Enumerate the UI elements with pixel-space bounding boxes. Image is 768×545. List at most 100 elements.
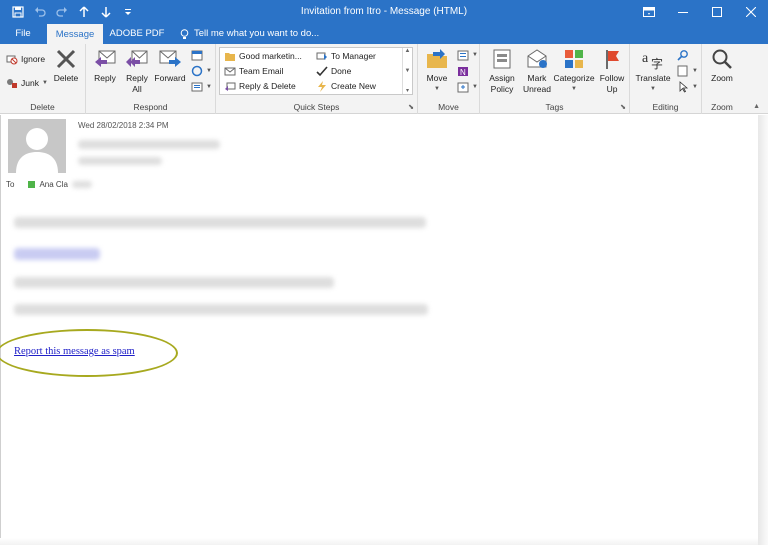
mark-unread-button[interactable]: Mark Unread — [520, 47, 554, 95]
tab-adobe-pdf[interactable]: ADOBE PDF — [108, 24, 166, 44]
meeting-button[interactable] — [190, 48, 203, 62]
delete-label: Delete — [53, 73, 79, 83]
dialog-launcher-icon[interactable]: ⬊ — [620, 103, 626, 111]
ignore-button[interactable]: Ignore — [5, 52, 45, 66]
onenote-button[interactable]: N — [456, 64, 469, 78]
mark-unread-label-2: Unread — [523, 84, 551, 94]
quick-step-team-email[interactable]: Team Email — [223, 64, 283, 78]
dialog-launcher-icon[interactable]: ⬊ — [408, 103, 414, 111]
scroll-up-icon[interactable]: ▲ — [405, 48, 411, 54]
maximize-icon[interactable] — [700, 0, 734, 24]
svg-text:a: a — [642, 51, 649, 66]
ribbon-display-icon[interactable] — [632, 0, 666, 24]
chevron-down-icon: ▼ — [650, 86, 656, 92]
tab-file[interactable]: File — [8, 24, 38, 44]
message-date: Wed 28/02/2018 2:34 PM — [78, 121, 169, 130]
reply-all-button[interactable]: Reply All — [122, 47, 152, 95]
reply-delete-icon — [223, 80, 236, 92]
move-label: Move — [426, 73, 448, 83]
report-spam-link[interactable]: Report this message as spam — [14, 346, 135, 357]
rules-button[interactable]: ▼ — [456, 48, 478, 62]
more-respond-button[interactable]: ▼ — [190, 80, 212, 94]
move-button[interactable]: Move ▼ — [422, 47, 452, 95]
checkmark-icon — [315, 65, 328, 77]
quick-step-to-manager[interactable]: To Manager — [315, 49, 376, 63]
delete-x-icon — [54, 47, 78, 71]
categorize-icon — [562, 47, 586, 71]
reply-button[interactable]: Reply — [90, 47, 120, 84]
related-button[interactable]: ▼ — [676, 64, 698, 78]
zoom-group-label: Zoom — [711, 102, 733, 112]
follow-up-button[interactable]: Follow Up — [596, 47, 628, 95]
subject-redacted — [78, 157, 162, 165]
body-line-redacted — [14, 277, 334, 288]
quick-steps-scroll[interactable]: ▲ ▼ ▾ — [402, 48, 412, 94]
reply-all-label-1: Reply — [126, 73, 148, 83]
close-icon[interactable] — [734, 0, 768, 24]
tell-me-box[interactable]: Tell me what you want to do... — [180, 24, 319, 44]
ignore-icon — [5, 53, 18, 65]
reply-icon — [93, 47, 117, 71]
categorize-label: Categorize — [553, 73, 595, 83]
sender-avatar[interactable] — [8, 119, 66, 173]
quick-step-create-new[interactable]: Create New — [315, 79, 376, 93]
respond-group: Reply Reply All Forward ▼ ▼ Respond — [86, 44, 216, 114]
editing-group-label: Editing — [652, 102, 679, 112]
quick-step-done[interactable]: Done — [315, 64, 351, 78]
assign-policy-button[interactable]: Assign Policy — [484, 47, 520, 95]
collapse-ribbon-icon[interactable]: ▲ — [753, 103, 760, 110]
ribbon-tabs: File Message ADOBE PDF Tell me what you … — [0, 24, 768, 44]
translate-label: Translate — [635, 73, 671, 83]
mark-unread-label-1: Mark — [527, 73, 547, 83]
window-controls — [632, 0, 768, 24]
ribbon: Ignore Junk ▼ Delete Delete Reply Reply … — [0, 44, 768, 114]
tab-message[interactable]: Message — [47, 24, 103, 44]
translate-icon: a字 — [641, 47, 665, 71]
more-icon — [190, 81, 203, 93]
select-button[interactable]: ▼ — [676, 80, 698, 94]
move-group: Move ▼ ▼ N ▼ Move — [418, 44, 480, 114]
chevron-down-icon: ▼ — [571, 86, 577, 92]
body-line-redacted — [14, 304, 428, 315]
quick-steps-group-label: Quick Steps — [293, 102, 340, 112]
assign-policy-label-1: Assign — [489, 73, 515, 83]
folder-icon — [223, 50, 236, 62]
onenote-icon: N — [456, 65, 469, 77]
categorize-button[interactable]: Categorize ▼ — [552, 47, 596, 95]
quick-step-reply-delete[interactable]: Reply & Delete — [223, 79, 296, 93]
zoom-button[interactable]: Zoom — [706, 47, 738, 84]
forward-button[interactable]: Forward — [152, 47, 188, 84]
chevron-down-icon: ▼ — [472, 52, 478, 58]
delete-button[interactable]: Delete — [51, 47, 81, 84]
window-edge — [758, 115, 768, 545]
junk-button[interactable]: Junk ▼ — [5, 76, 48, 90]
svg-text:字: 字 — [651, 56, 663, 70]
forward-label: Forward — [154, 73, 186, 83]
minimize-icon[interactable] — [666, 0, 700, 24]
scroll-down-icon[interactable]: ▼ — [405, 68, 411, 74]
quick-step-good-marketing[interactable]: Good marketin... — [223, 49, 302, 63]
junk-label: Junk — [21, 78, 39, 88]
chevron-down-icon: ▼ — [472, 84, 478, 90]
meeting-icon — [190, 49, 203, 61]
quick-step-label: Reply & Delete — [239, 81, 296, 91]
svg-text:N: N — [460, 68, 466, 77]
policy-icon — [490, 47, 514, 71]
chevron-down-icon: ▼ — [41, 80, 48, 86]
quick-step-label: Done — [331, 66, 352, 76]
actions-button[interactable]: ▼ — [456, 80, 478, 94]
lightning-icon — [315, 80, 328, 92]
mark-unread-icon — [525, 47, 549, 71]
recipient-name[interactable]: Ana Cla — [39, 180, 67, 189]
expand-gallery-icon[interactable]: ▾ — [406, 87, 409, 94]
translate-button[interactable]: a字 Translate ▼ — [633, 47, 673, 95]
chevron-down-icon: ▼ — [692, 84, 698, 90]
zoom-icon — [710, 47, 734, 71]
tags-group-label: Tags — [545, 102, 564, 112]
find-button[interactable] — [676, 48, 689, 62]
im-button[interactable]: ▼ — [190, 64, 212, 78]
assign-policy-label-2: Policy — [490, 84, 514, 94]
follow-up-label-1: Follow — [599, 73, 625, 83]
status-bar — [0, 538, 758, 545]
tell-me-label: Tell me what you want to do... — [194, 28, 320, 39]
